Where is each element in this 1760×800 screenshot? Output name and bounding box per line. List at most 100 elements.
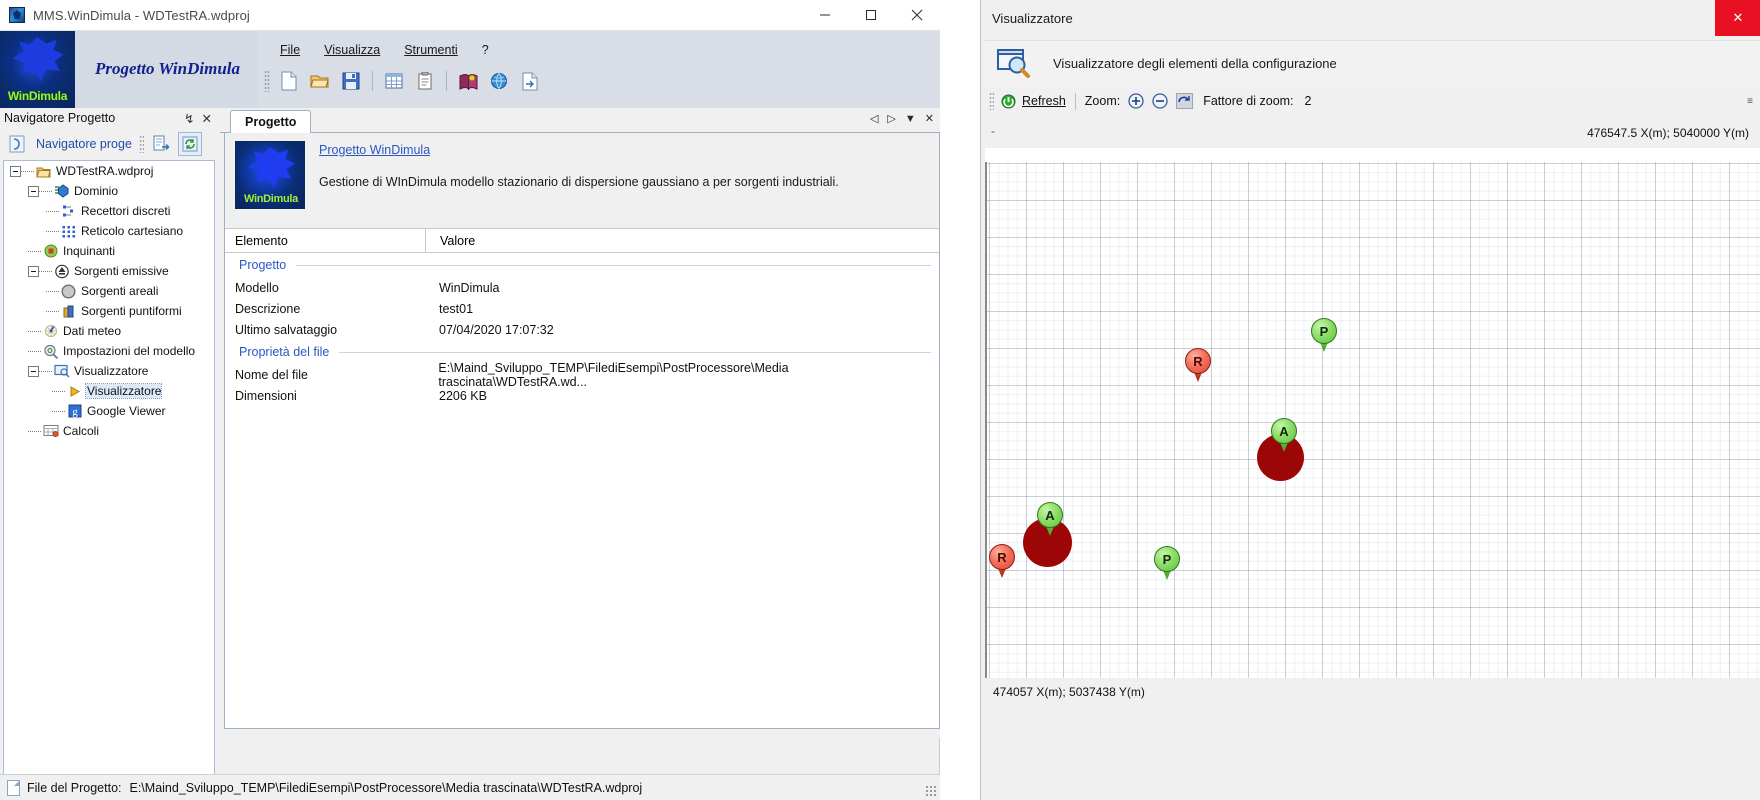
coordinate-dash: - (991, 124, 995, 138)
zoom-reset-icon[interactable] (1175, 92, 1193, 110)
map-marker-point-source[interactable]: P (1154, 546, 1180, 580)
model-settings-icon (42, 343, 59, 359)
marker-label: P (1154, 546, 1180, 572)
tab-menu-icon[interactable]: ▼ (905, 113, 916, 125)
tree-node-dominio[interactable]: Dominio (4, 181, 214, 201)
document-icon (7, 779, 20, 796)
map-marker-receptor[interactable]: R (1185, 348, 1211, 382)
close-button[interactable] (894, 0, 940, 30)
main-toolbar (264, 67, 544, 95)
project-link[interactable]: Progetto WinDimula (319, 143, 430, 157)
expander-minus-sorgenti[interactable] (28, 265, 39, 277)
play-triangle-icon (66, 383, 83, 399)
point-sources-icon (60, 303, 77, 319)
tree-node-calcoli[interactable]: Calcoli (4, 421, 214, 441)
tree-node-google-viewer[interactable]: g Google Viewer (4, 401, 214, 421)
tree-node-visualizzatore-item[interactable]: Visualizzatore (4, 381, 214, 401)
new-item-icon[interactable] (149, 132, 173, 156)
section-rule (339, 351, 931, 353)
pin-icon[interactable]: ↯ (184, 111, 194, 126)
marker-label: A (1271, 418, 1297, 444)
menu-visualizza[interactable]: Visualizza (312, 39, 392, 61)
marker-label: R (1185, 348, 1211, 374)
tree-node-visualizzatore-group[interactable]: Visualizzatore (4, 361, 214, 381)
refresh-icon (999, 92, 1017, 110)
tree-node-sorgenti-emissive[interactable]: Sorgenti emissive (4, 261, 214, 281)
book-icon[interactable] (454, 67, 482, 95)
expander-minus-visualizzatore[interactable] (28, 365, 39, 377)
export-icon[interactable] (516, 67, 544, 95)
tree-connector (52, 390, 65, 392)
map-marker-area-source[interactable]: A (1271, 418, 1297, 452)
zoom-factor-value[interactable]: 2 (1305, 94, 1312, 108)
map-viewport: P R A A R P (985, 148, 1760, 678)
section-rule (296, 264, 931, 266)
tree-node-impostazioni-modello[interactable]: Impostazioni del modello (4, 341, 214, 361)
refresh-button[interactable]: Refresh (999, 92, 1066, 110)
google-viewer-icon: g (66, 403, 83, 419)
expander-minus-root[interactable] (10, 165, 21, 177)
zoom-factor-label: Fattore di zoom: (1203, 94, 1294, 108)
row-key-ultimo-salvataggio: Ultimo salvataggio (235, 322, 338, 337)
close-icon[interactable]: ✕ (202, 111, 212, 126)
navigator-panel-icon[interactable] (5, 132, 29, 156)
tree-node-dati-meteo[interactable]: Dati meteo (4, 321, 214, 341)
menu-help[interactable]: ? (470, 39, 501, 61)
resize-grip[interactable] (925, 785, 937, 797)
tab-prev-icon[interactable]: ◁ (870, 112, 878, 125)
tree-node-sorgenti-areali[interactable]: Sorgenti areali (4, 281, 214, 301)
table-row[interactable]: Modello WinDimula (225, 277, 939, 298)
maximize-button[interactable] (848, 0, 894, 30)
property-grid-header: Elemento Valore (225, 228, 939, 253)
zoom-in-icon[interactable] (1127, 92, 1145, 110)
project-logo: WinDimula (235, 141, 305, 209)
toolbar-grip[interactable] (989, 92, 994, 110)
tree-node-reticolo-cartesiano[interactable]: Reticolo cartesiano (4, 221, 214, 241)
globe-icon[interactable] (485, 67, 513, 95)
menu-help-label: ? (481, 43, 489, 57)
row-value-dimensioni: 2206 KB (439, 388, 487, 403)
table-row[interactable]: Ultimo salvataggio 07/04/2020 17:07:32 (225, 319, 939, 340)
report-icon[interactable] (411, 67, 439, 95)
tab-progetto[interactable]: Progetto (230, 110, 312, 134)
tab-close-icon[interactable]: ✕ (925, 112, 934, 125)
refresh-tree-icon[interactable] (177, 132, 202, 156)
project-tree[interactable]: WDTestRA.wdproj Dominio Recettori discre… (3, 160, 215, 788)
row-value-ultimo-salvataggio: 07/04/2020 17:07:32 (439, 322, 554, 337)
menu-file[interactable]: File (268, 39, 312, 61)
tree-node-inquinanti[interactable]: Inquinanti (4, 241, 214, 261)
save-icon[interactable] (337, 67, 365, 95)
map-marker-point-source[interactable]: P (1311, 318, 1337, 352)
toolbar-separator-2 (446, 71, 447, 91)
map-marker-receptor[interactable]: R (989, 544, 1015, 578)
document-area: Progetto ◁ ▷ ▼ ✕ WinDimula Progetto WinD… (220, 108, 940, 738)
tree-node-wdtestra[interactable]: WDTestRA.wdproj (4, 161, 214, 181)
emission-sources-icon (53, 263, 70, 279)
map-canvas[interactable]: P R A A R P (985, 162, 1760, 678)
tree-node-recettori-discreti[interactable]: Recettori discreti (4, 201, 214, 221)
zoom-out-icon[interactable] (1151, 92, 1169, 110)
table-row[interactable]: Nome del file E:\Maind_Sviluppo_TEMP\Fil… (225, 361, 939, 389)
minimize-button[interactable] (802, 0, 848, 30)
tree-node-sorgenti-puntiformi[interactable]: Sorgenti puntiformi (4, 301, 214, 321)
toolbar-overflow-icon[interactable]: ≡ (1747, 96, 1753, 107)
navigator-toolbar-grip[interactable] (138, 135, 144, 153)
tree-connector (28, 250, 41, 252)
tab-next-icon[interactable]: ▷ (887, 112, 895, 125)
tree-label-dati-meteo: Dati meteo (63, 324, 122, 338)
tabstrip-controls: ◁ ▷ ▼ ✕ (870, 112, 934, 126)
receptors-icon (60, 203, 77, 219)
menu-strumenti[interactable]: Strumenti (392, 39, 470, 61)
status-path: E:\Maind_Sviluppo_TEMP\FilediEsempi\Post… (129, 780, 643, 795)
expander-minus-dominio[interactable] (28, 185, 39, 197)
area-sources-icon (60, 283, 77, 299)
tree-connector (28, 330, 41, 332)
table-row[interactable]: Descrizione test01 (225, 298, 939, 319)
map-marker-area-source[interactable]: A (1037, 502, 1063, 536)
open-folder-icon[interactable] (306, 67, 334, 95)
new-document-icon[interactable] (275, 67, 303, 95)
tree-connector (39, 270, 52, 272)
visualizzatore-close-button[interactable]: ✕ (1715, 0, 1760, 36)
grid-table-icon[interactable] (380, 67, 408, 95)
toolbar-grip[interactable] (264, 70, 270, 92)
